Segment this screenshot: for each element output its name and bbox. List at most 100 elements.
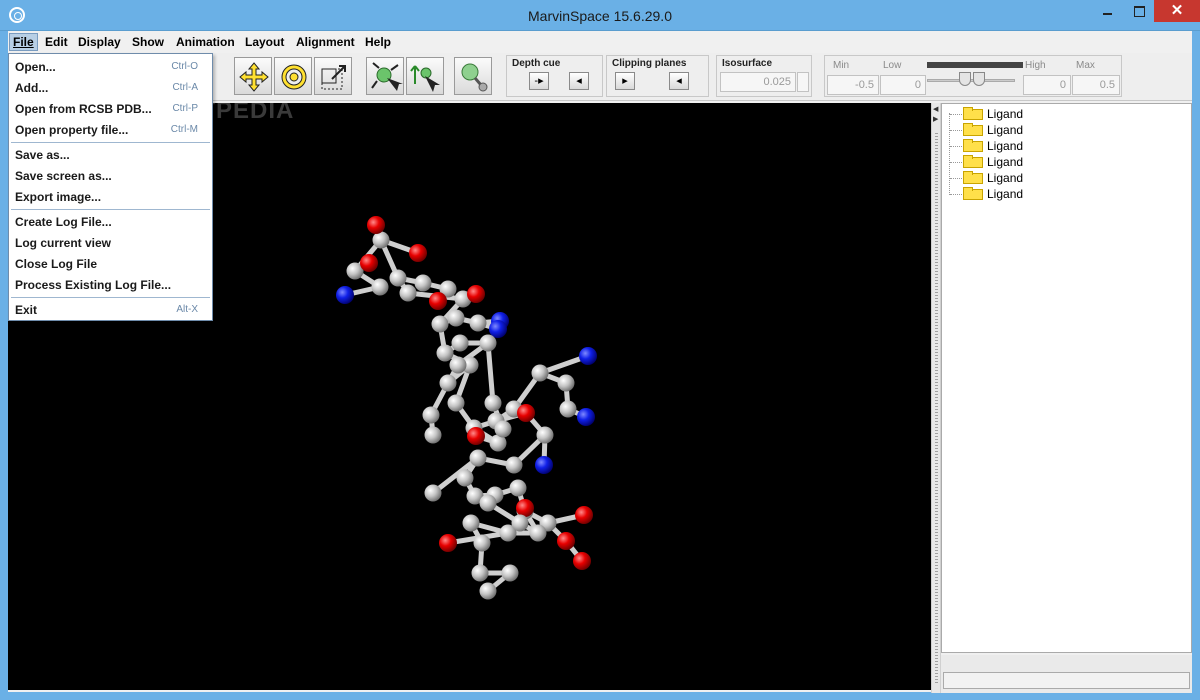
max-label: Max (1076, 60, 1095, 71)
folder-icon (963, 123, 983, 136)
oxygen-atom (360, 254, 378, 272)
menu-item-exit[interactable]: Exit Alt-X (9, 299, 212, 320)
minimize-button[interactable] (1095, 0, 1121, 22)
menu-item-save-screen-as[interactable]: Save screen as... (9, 165, 212, 186)
file-menu-dropdown: Open... Ctrl-O Add... Ctrl-A Open from RCS… (8, 53, 213, 321)
carbon-atom (372, 231, 390, 249)
folder-icon (963, 107, 983, 120)
menu-separator (11, 209, 210, 210)
carbon-atom (439, 374, 457, 392)
status-bar (943, 672, 1190, 689)
title-bar: MarvinSpace 15.6.29.0 ✕ (0, 0, 1200, 31)
resize-box-icon[interactable] (314, 57, 352, 95)
folder-icon (963, 139, 983, 152)
window-frame-left (0, 31, 8, 693)
low-slider-thumb[interactable] (959, 72, 971, 86)
carbon-atom (371, 278, 389, 296)
menu-separator (11, 142, 210, 143)
menu-layout[interactable]: Layout (242, 34, 287, 50)
clipping-far-button[interactable]: ◂ (669, 72, 689, 90)
atom-select-icon[interactable] (366, 57, 404, 95)
structure-tree: Ligand Ligand Ligand Ligand Ligand Ligan… (941, 103, 1192, 653)
depth-cue-increase-button[interactable]: ◂ (569, 72, 589, 90)
nitrogen-atom (579, 347, 597, 365)
folder-icon (963, 187, 983, 200)
carbon-atom (536, 426, 554, 444)
move-arrows-icon[interactable] (234, 57, 272, 95)
clipping-near-button[interactable]: ▸ (615, 72, 635, 90)
menu-item-open-property-file[interactable]: Open property file... Ctrl-M (9, 119, 212, 140)
menu-file[interactable]: File (9, 33, 38, 51)
target-circle-icon[interactable] (274, 57, 312, 95)
max-value-field[interactable]: 0.5 (1072, 75, 1120, 95)
isosurface-group: Isosurface 0.025 (716, 55, 812, 97)
close-button[interactable]: ✕ (1154, 0, 1200, 22)
menu-item-add[interactable]: Add... Ctrl-A (9, 77, 212, 98)
min-label: Min (833, 60, 850, 71)
carbon-atom (447, 394, 465, 412)
atom-move-icon[interactable] (406, 57, 444, 95)
menu-item-open-rcsb-pdb[interactable]: Open from RCSB PDB... Ctrl-P (9, 98, 212, 119)
carbon-atom (471, 564, 489, 582)
menu-help[interactable]: Help (362, 34, 394, 50)
min-value-field[interactable]: -0.5 (827, 75, 879, 95)
clipping-planes-label: Clipping planes (612, 58, 687, 69)
menu-item-process-log-file[interactable]: Process Existing Log File... (9, 274, 212, 295)
carbon-atom (414, 274, 432, 292)
atom-ball-icon[interactable] (454, 57, 492, 95)
window-frame-bottom (0, 692, 1200, 700)
nitrogen-atom (535, 456, 553, 474)
carbon-atom (509, 479, 527, 497)
carbon-atom (511, 514, 529, 532)
folder-icon (963, 171, 983, 184)
oxygen-atom (367, 216, 385, 234)
carbon-atom (389, 269, 407, 287)
carbon-atom (456, 469, 474, 487)
clipping-planes-group: Clipping planes ▸ ◂ (606, 55, 709, 97)
carbon-atom (484, 394, 502, 412)
collapse-left-icon[interactable]: ◀ (933, 105, 938, 113)
bond (485, 340, 496, 406)
menu-item-close-log-file[interactable]: Close Log File (9, 253, 212, 274)
carbon-atom (469, 314, 487, 332)
window-frame-right (1192, 31, 1200, 693)
carbon-atom (479, 582, 497, 600)
window-title: MarvinSpace 15.6.29.0 (528, 8, 672, 24)
high-value-field[interactable]: 0 (1023, 75, 1071, 95)
carbon-atom (501, 564, 519, 582)
range-bar (927, 62, 1023, 68)
panel-splitter[interactable]: ◀ ▶ (931, 103, 941, 693)
nitrogen-atom (489, 320, 507, 338)
menu-item-log-current-view[interactable]: Log current view (9, 232, 212, 253)
menu-show[interactable]: Show (129, 34, 167, 50)
menu-item-export-image[interactable]: Export image... (9, 186, 212, 207)
carbon-atom (494, 420, 512, 438)
isosurface-spinner[interactable] (797, 72, 809, 92)
menu-alignment[interactable]: Alignment (293, 34, 358, 50)
low-label: Low (883, 60, 902, 71)
range-slider-track[interactable] (927, 79, 1015, 82)
depth-cue-decrease-button[interactable]: -▸ (529, 72, 549, 90)
high-slider-thumb[interactable] (973, 72, 985, 86)
carbon-atom (451, 334, 469, 352)
isosurface-value-field[interactable]: 0.025 (720, 72, 796, 92)
carbon-atom (469, 449, 487, 467)
menu-item-open[interactable]: Open... Ctrl-O (9, 56, 212, 77)
oxygen-atom (517, 404, 535, 422)
menu-item-create-log-file[interactable]: Create Log File... (9, 211, 212, 232)
folder-icon (963, 155, 983, 168)
menu-display[interactable]: Display (75, 34, 124, 50)
menu-animation[interactable]: Animation (173, 34, 238, 50)
carbon-atom (462, 514, 480, 532)
low-value-field[interactable]: 0 (880, 75, 926, 95)
collapse-right-icon[interactable]: ▶ (933, 115, 938, 123)
carbon-atom (436, 344, 454, 362)
carbon-atom (399, 284, 417, 302)
maximize-button[interactable] (1126, 0, 1152, 22)
menu-separator (11, 297, 210, 298)
carbon-atom (424, 484, 442, 502)
menu-item-save-as[interactable]: Save as... (9, 144, 212, 165)
menu-edit[interactable]: Edit (42, 34, 71, 50)
carbon-atom (505, 456, 523, 474)
oxygen-atom (429, 292, 447, 310)
